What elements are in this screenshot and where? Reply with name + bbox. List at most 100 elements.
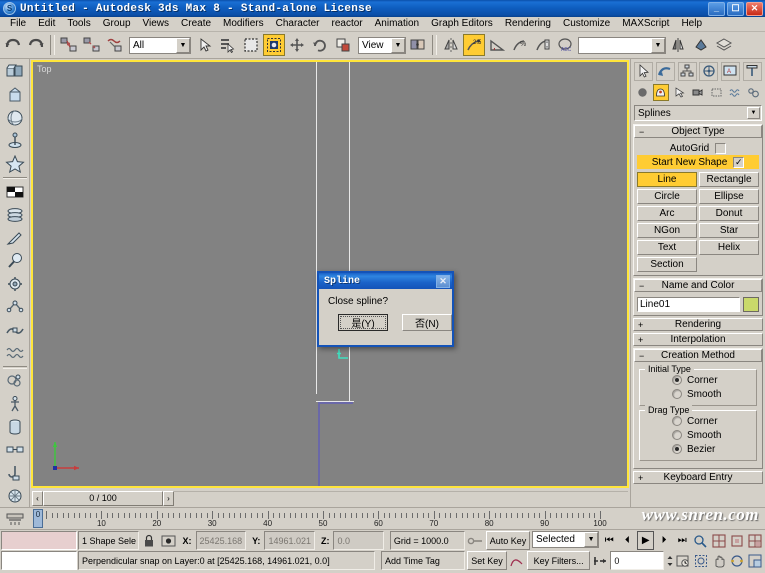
snaps-toggle-25-icon[interactable]: 2.5 — [463, 34, 485, 56]
unlink-selection-icon[interactable] — [81, 34, 103, 56]
cylinder-mesh-icon[interactable] — [2, 416, 28, 438]
chevron-down-icon[interactable]: ▼ — [176, 38, 190, 53]
spline-dialog-yes-button[interactable]: 是(Y) — [338, 314, 388, 331]
menu-views[interactable]: Views — [137, 17, 176, 31]
start-new-shape-checkbox[interactable]: ✓ — [733, 157, 744, 168]
key-mode-toggle-button[interactable] — [592, 551, 608, 570]
named-selection-combo[interactable]: ▼ — [578, 37, 666, 54]
noise-icon[interactable] — [2, 342, 28, 364]
absolute-relative-icon[interactable] — [160, 531, 177, 550]
menu-character[interactable]: Character — [270, 17, 326, 31]
key-mode-combo[interactable]: Selected ▼ — [532, 531, 599, 548]
region-zoom-icon[interactable] — [693, 551, 709, 570]
motion-tab[interactable] — [699, 62, 718, 81]
glasses-icon[interactable] — [2, 439, 28, 461]
select-object-icon[interactable] — [194, 34, 216, 56]
spline-dialog-no-button[interactable]: 否(N) — [402, 314, 452, 331]
particle-icon[interactable] — [2, 371, 28, 393]
text-button[interactable]: Text — [637, 240, 697, 255]
bone-tool-icon[interactable] — [2, 296, 28, 318]
initial-type-corner-row[interactable]: Corner — [644, 373, 752, 387]
chevron-down-icon[interactable]: ▼ — [391, 38, 405, 53]
object-type-header[interactable]: − Object Type — [634, 125, 762, 138]
key-filters-button[interactable]: Key Filters... — [527, 551, 591, 570]
magnifier-tool-icon[interactable] — [2, 250, 28, 272]
name-and-color-header[interactable]: − Name and Color — [634, 279, 762, 292]
z-coordinate-field[interactable]: 0.0 — [333, 531, 383, 550]
space-warps-category[interactable] — [727, 84, 743, 101]
helix-button[interactable]: Helix — [699, 240, 759, 255]
mirror-selected-objects-icon[interactable] — [667, 34, 689, 56]
gear-settings-icon[interactable] — [2, 273, 28, 295]
shapes-category[interactable] — [653, 84, 669, 101]
checker-material-icon[interactable] — [2, 181, 28, 203]
select-by-name-icon[interactable] — [217, 34, 239, 56]
spline-dialog-close-icon[interactable]: ✕ — [436, 275, 450, 288]
close-button[interactable]: ✕ — [746, 2, 763, 16]
star-shape-icon[interactable] — [2, 153, 28, 175]
drag-type-corner-radio[interactable] — [672, 416, 682, 426]
set-key-curve-icon[interactable] — [509, 551, 525, 570]
time-configuration-icon[interactable] — [676, 551, 692, 570]
deform-icon[interactable] — [2, 319, 28, 341]
object-color-swatch[interactable] — [743, 297, 759, 312]
key-mode-toggle-icon[interactable] — [467, 531, 484, 550]
reference-coordinate-combo[interactable]: View ▼ — [358, 37, 406, 54]
redo-icon[interactable] — [25, 34, 47, 56]
restore-button[interactable]: ☐ — [727, 2, 744, 16]
menu-customize[interactable]: Customize — [557, 17, 616, 31]
sphere-icon[interactable] — [2, 107, 28, 129]
select-and-rotate-icon[interactable] — [309, 34, 331, 56]
autogrid-row[interactable]: AutoGrid — [637, 141, 759, 155]
hand-pan-icon[interactable] — [711, 551, 727, 570]
minimize-button[interactable]: _ — [708, 2, 725, 16]
bind-to-space-warp-icon[interactable] — [104, 34, 126, 56]
menu-modifiers[interactable]: Modifiers — [217, 17, 270, 31]
brush-icon[interactable] — [2, 227, 28, 249]
maxscript-listener-mini-white[interactable] — [1, 551, 77, 570]
extrude-icon[interactable] — [2, 84, 28, 106]
chevron-down-icon[interactable]: ▼ — [584, 532, 598, 547]
frame-spinner[interactable] — [666, 551, 674, 570]
layer-manager-icon[interactable] — [713, 34, 735, 56]
circle-button[interactable]: Circle — [637, 189, 697, 204]
modify-tab[interactable] — [656, 62, 675, 81]
align-icon[interactable] — [690, 34, 712, 56]
drag-type-smooth-radio[interactable] — [672, 430, 682, 440]
auto-key-button[interactable]: Auto Key — [486, 531, 530, 550]
add-time-tag-button[interactable]: Add Time Tag — [381, 551, 465, 570]
maxscript-listener-mini-pink[interactable] — [1, 531, 77, 550]
magnifier-icon[interactable] — [692, 531, 708, 550]
arc-rotate-icon[interactable] — [729, 551, 745, 570]
arc-button[interactable]: Arc — [637, 206, 697, 221]
maximize-viewport-icon[interactable] — [747, 551, 763, 570]
spinner-snap-toggle-icon[interactable] — [532, 34, 554, 56]
keyboard-entry-rollout-header[interactable]: + Keyboard Entry — [633, 471, 763, 484]
time-slider-next-arrow[interactable]: › — [163, 491, 174, 506]
goto-end-button[interactable]: ⏭ — [674, 531, 690, 550]
play-animation-button[interactable]: ▶ — [637, 531, 653, 550]
current-frame-field[interactable]: 0 — [610, 551, 663, 570]
creation-method-header[interactable]: − Creation Method — [634, 349, 762, 362]
chevron-down-icon[interactable]: ▼ — [651, 38, 665, 53]
menu-maxscript[interactable]: MAXScript — [616, 17, 675, 31]
menu-rendering[interactable]: Rendering — [499, 17, 557, 31]
menu-create[interactable]: Create — [175, 17, 217, 31]
drag-type-bezier-radio[interactable] — [672, 444, 682, 454]
geometry-category[interactable] — [634, 84, 650, 101]
next-frame-button[interactable]: ⏵ — [656, 531, 672, 550]
menu-group[interactable]: Group — [97, 17, 137, 31]
drag-type-bezier-row[interactable]: Bezier — [644, 442, 752, 456]
select-and-link-icon[interactable] — [58, 34, 80, 56]
object-name-input[interactable]: Line01 — [637, 297, 740, 312]
wheel-icon[interactable] — [2, 485, 28, 507]
selection-filter-combo[interactable]: All ▼ — [129, 37, 191, 54]
drag-type-smooth-row[interactable]: Smooth — [644, 428, 752, 442]
autogrid-checkbox[interactable] — [715, 143, 726, 154]
rectangular-selection-region-icon[interactable] — [240, 34, 262, 56]
named-selection-sets-icon[interactable]: ABC — [555, 34, 577, 56]
hierarchy-tab[interactable] — [678, 62, 697, 81]
rectangle-button[interactable]: Rectangle — [699, 172, 759, 187]
zoom-all-icon[interactable] — [710, 531, 726, 550]
menu-tools[interactable]: Tools — [61, 17, 96, 31]
